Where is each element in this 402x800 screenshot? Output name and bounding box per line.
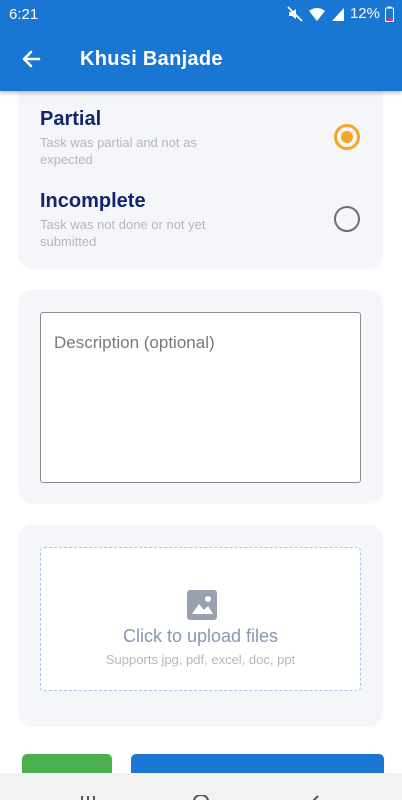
battery-percentage: 12% [349,5,380,22]
radio-incomplete[interactable] [334,206,360,232]
option-subtitle: Task was not done or not yet submitted [40,217,206,249]
description-card [18,290,383,504]
app-bar: Khusi Banjade [0,30,402,91]
arrow-left-icon [21,49,41,74]
option-title: Partial [40,108,102,130]
back-nav-icon[interactable] [306,792,320,800]
battery-icon [385,6,394,22]
recent-apps-icon[interactable] [80,792,96,800]
upload-card: Click to upload files Supports jpg, pdf,… [18,525,383,727]
status-bar: 6:21 12% [0,0,402,30]
description-input[interactable] [40,312,361,483]
status-icons: 12% [287,5,394,22]
radio-partial[interactable] [334,124,360,150]
upload-title: Click to upload files [122,626,279,646]
option-subtitle: Task was partial and not as expected [40,135,197,167]
signal-icon [331,6,345,22]
screen: 6:21 12% Khusi Banjade Partial Task was … [0,0,402,800]
mute-icon [287,5,303,22]
status-option-incomplete[interactable]: Incomplete Task was not done or not yet … [40,190,370,250]
upload-subtitle: Supports jpg, pdf, excel, doc, ppt [105,652,296,667]
image-icon [187,590,217,620]
back-button[interactable] [16,46,46,76]
status-options-card: Partial Task was partial and not as expe… [18,70,383,269]
option-title: Incomplete [40,190,146,212]
status-option-partial[interactable]: Partial Task was partial and not as expe… [40,108,370,168]
home-icon[interactable] [192,792,210,800]
upload-dropzone[interactable]: Click to upload files Supports jpg, pdf,… [40,547,361,691]
wifi-icon [308,6,326,22]
page-title: Khusi Banjade [80,48,223,70]
status-time: 6:21 [9,6,39,23]
system-nav-bar [0,773,402,800]
